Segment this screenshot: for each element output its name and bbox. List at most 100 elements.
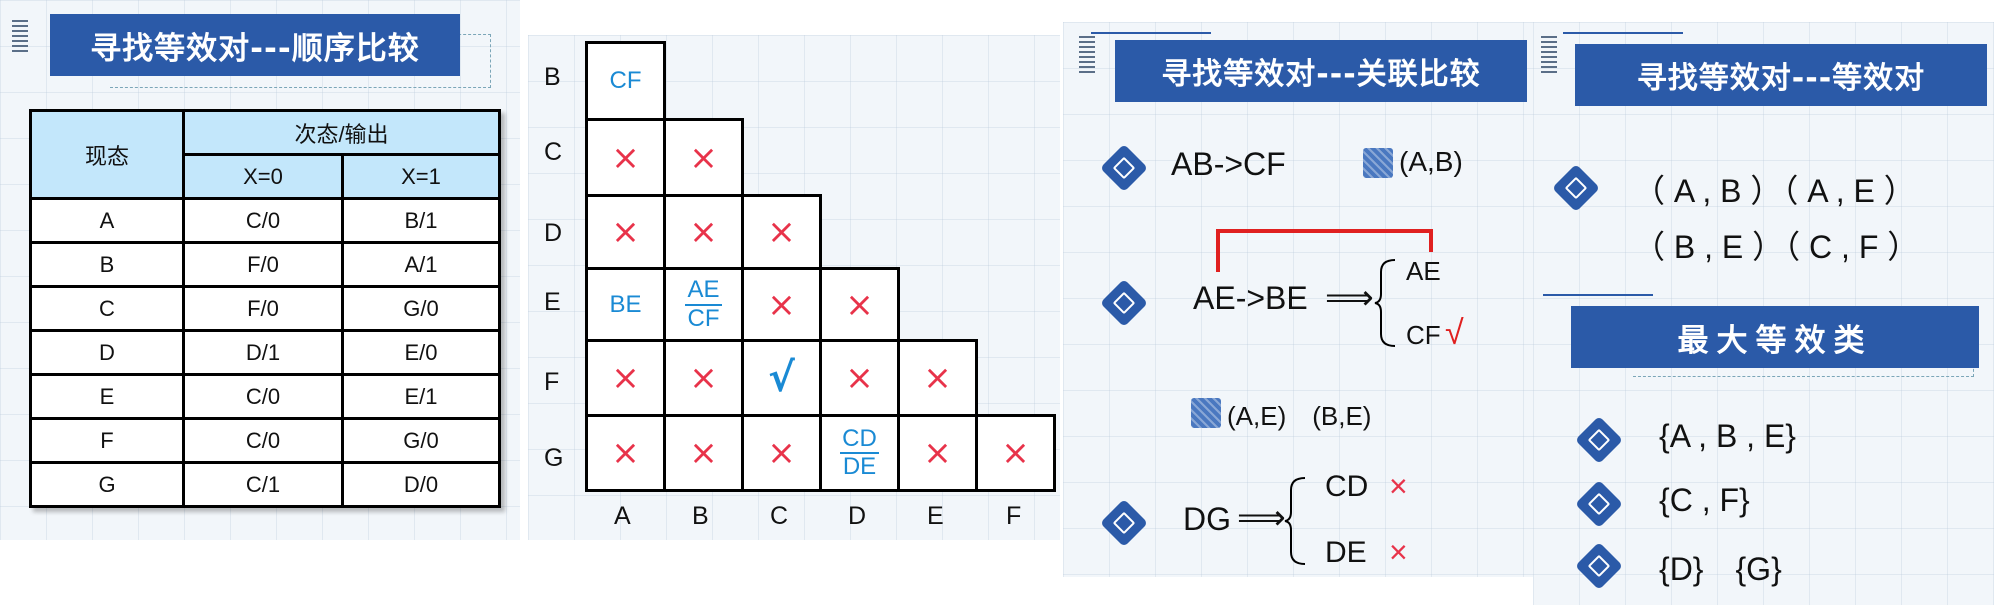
cell-g-f: × [975,414,1056,492]
cell-f-a: × [585,339,666,417]
cell-d-a: × [585,194,666,270]
max-class-title: 最大等效类 [1571,306,1979,368]
class3-text: {D} {G} [1659,551,1782,587]
note-icon [1363,148,1393,178]
cell-state: F [29,417,185,464]
cell-e-c: × [741,267,822,342]
row-label-g: G [544,444,564,472]
col-label-e: E [927,502,944,530]
state-table: 现态 次态/输出 X=0 X=1 A C/0 B/1 B F/0 A/1 C F… [29,109,501,508]
cell-e-a: BE [585,267,666,342]
cell-state: B [29,241,185,288]
cell-x0: C/0 [182,417,344,464]
cell-x0: C/0 [182,373,344,420]
pair-lower: CF [687,304,720,332]
cell-state: G [29,461,185,508]
col-label-a: A [614,502,631,530]
cell-x0: C/0 [182,197,344,244]
title-top-line [1563,32,1683,34]
row-label-b: B [544,63,561,91]
pair-upper: CD [840,425,879,454]
cell-b-a: CF [585,41,666,121]
check-icon: √ [1445,314,1464,352]
cross-icon: × [1389,468,1408,504]
col-label-f: F [1006,502,1022,530]
item2-lower: CF [1406,320,1441,350]
pairs-line2: （ B , E ）（ C , F ） [1633,229,1920,265]
title-stripes [1079,36,1095,76]
header-next-state: 次态/输出 [182,109,501,156]
cell-g-e: × [897,414,978,492]
table-row: C F/0 G/0 [29,285,501,332]
check-mark: √ [768,355,795,401]
cell-f-b: × [663,339,744,417]
panel1-title: 寻找等效对---顺序比较 [50,14,460,76]
arrow-icon: ⟹ [1237,499,1286,537]
cell-x0: F/0 [182,285,344,332]
cross-mark: × [611,137,640,178]
cell-f-d: × [819,339,900,417]
cell-g-a: × [585,414,666,492]
cross-mark: × [689,358,718,398]
item3-text: DG [1183,501,1231,537]
title-stripes [12,20,28,54]
pair-fraction: AE CF [685,276,722,332]
cell-e-d: × [819,267,900,342]
cross-mark: × [689,212,718,252]
cross-mark: × [923,433,952,473]
header-present-state: 现态 [29,109,185,200]
panel3-title: 寻找等效对---关联比较 [1115,40,1527,102]
panel4-title: 寻找等效对---等效对 [1575,44,1987,106]
table-row: G C/1 D/0 [29,461,501,508]
panel-associative-compare: 寻找等效对---关联比较 AB->CF (A,B) AE->BE ⟹ AE CF… [1063,22,1533,577]
header-x0: X=0 [182,153,344,200]
header-x1: X=1 [341,153,501,200]
title-top-line [1091,32,1211,34]
table-row: A C/0 B/1 [29,197,501,244]
cell-e-b: AE CF [663,267,744,342]
table-row: E C/0 E/1 [29,373,501,420]
item2-upper: AE [1406,256,1441,286]
pair-lower: DE [842,453,877,480]
cross-mark: × [611,433,640,473]
row-label-e: E [544,288,561,316]
item3-lower: DE [1325,536,1367,569]
cross-mark: × [1001,433,1030,473]
cross-mark: × [611,212,640,252]
cell-x1: B/1 [341,197,501,244]
table-row: F C/0 G/0 [29,417,501,464]
cell-f-e: × [897,339,978,417]
col-label-d: D [848,502,867,530]
cell-state: A [29,197,185,244]
cell-g-c: × [741,414,822,492]
item2-text: AE->BE [1193,280,1308,316]
cell-x0: D/1 [182,329,344,376]
table-row: D D/1 E/0 [29,329,501,376]
cell-d-c: × [741,194,822,270]
cross-mark: × [767,284,796,325]
cross-mark: × [689,137,718,178]
brace-icon [1284,477,1306,565]
pair-fraction: CD DE [840,425,879,481]
pair-label: BE [609,290,642,318]
item1-text: AB->CF [1171,146,1286,182]
panel-equivalent-pairs: 寻找等效对---等效对 （ A , B ）（ A , E ） （ B , E ）… [1533,22,1994,605]
cross-mark: × [767,212,796,252]
cell-f-c: √ [741,339,822,417]
class1-text: {A , B , E} [1659,418,1796,454]
row-label-f: F [544,368,560,396]
cell-x1: A/1 [341,241,501,288]
row-label-d: D [544,219,563,247]
cell-state: E [29,373,185,420]
cell-g-d: CD DE [819,414,900,492]
cell-state: C [29,285,185,332]
cross-mark: × [767,433,796,473]
cell-g-b: × [663,414,744,492]
cross-icon: × [1389,534,1408,570]
table-row: B F/0 A/1 [29,241,501,288]
cross-mark: × [923,358,952,398]
cross-mark: × [611,358,640,398]
cross-mark: × [845,358,874,398]
class2-text: {C , F} [1659,482,1750,518]
pairs-line1: （ A , B ）（ A , E ） [1633,173,1916,209]
